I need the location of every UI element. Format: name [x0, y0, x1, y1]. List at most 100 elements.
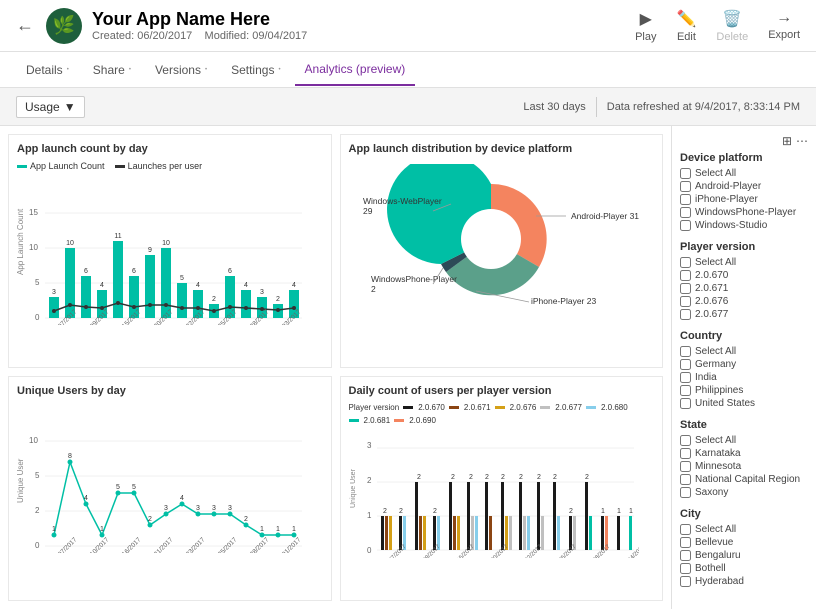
back-button[interactable]: ← [16, 15, 34, 36]
legend-player-label: Player version [349, 403, 400, 412]
state-select-all-checkbox[interactable] [680, 435, 691, 446]
player-2671-checkbox[interactable] [680, 283, 691, 294]
svg-text:08/23/2017: 08/23/2017 [178, 536, 206, 553]
svg-text:2: 2 [417, 474, 421, 481]
svg-text:Android-Player 31: Android-Player 31 [571, 211, 639, 221]
player-select-all-checkbox[interactable] [680, 257, 691, 268]
play-button[interactable]: ▶ Play [635, 9, 656, 43]
tab-settings[interactable]: Settings• [221, 55, 290, 85]
player-2677-checkbox[interactable] [680, 309, 691, 320]
svg-text:08/22/2017: 08/22/2017 [518, 543, 544, 558]
svg-text:10: 10 [29, 436, 38, 445]
state-minnesota: Minnesota [680, 461, 808, 472]
state-saxony-checkbox[interactable] [680, 487, 691, 498]
usage-dropdown[interactable]: Usage ▼ [16, 96, 85, 118]
device-winstudio-checkbox[interactable] [680, 220, 691, 231]
city-bellevue-checkbox[interactable] [680, 537, 691, 548]
svg-text:2: 2 [212, 296, 216, 303]
export-button[interactable]: → Export [768, 9, 800, 43]
device-winphone-checkbox[interactable] [680, 207, 691, 218]
unique-users-area: 0 2 5 10 Unique User [17, 403, 323, 558]
svg-text:2: 2 [399, 508, 403, 515]
svg-text:29: 29 [363, 206, 373, 216]
svg-text:WindowsPhone-Player: WindowsPhone-Player [371, 274, 457, 284]
svg-text:9: 9 [148, 247, 152, 254]
state-saxony-label: Saxony [695, 487, 728, 498]
svg-text:4: 4 [244, 282, 248, 289]
country-select-all-checkbox[interactable] [680, 346, 691, 357]
country-germany-checkbox[interactable] [680, 359, 691, 370]
country-philippines-label: Philippines [695, 385, 743, 396]
chevron-down-icon: ▼ [64, 100, 76, 114]
grid-icon[interactable]: ⊞ [782, 134, 792, 148]
device-select-all-checkbox[interactable] [680, 168, 691, 179]
svg-text:Unique User: Unique User [17, 458, 25, 503]
state-title: State [680, 419, 808, 431]
country-philippines-checkbox[interactable] [680, 385, 691, 396]
city-select-all-checkbox[interactable] [680, 524, 691, 535]
city-bothell-checkbox[interactable] [680, 563, 691, 574]
device-winphone-label: WindowsPhone-Player [695, 207, 796, 218]
tab-details[interactable]: Details• [16, 55, 79, 85]
delete-button[interactable]: 🗑️ Delete [716, 9, 748, 43]
device-android-checkbox[interactable] [680, 181, 691, 192]
country-philippines: Philippines [680, 385, 808, 396]
svg-text:1: 1 [629, 508, 633, 515]
svg-text:2: 2 [276, 296, 280, 303]
svg-text:09/01/2017: 09/01/2017 [274, 536, 302, 553]
device-iphone-checkbox[interactable] [680, 194, 691, 205]
city-hyderabad-checkbox[interactable] [680, 576, 691, 587]
city-bengaluru-checkbox[interactable] [680, 550, 691, 561]
svg-text:1: 1 [276, 526, 280, 533]
state-section: State Select All Karnataka Minnesota Nat… [680, 419, 808, 498]
device-iphone-label: iPhone-Player [695, 194, 758, 205]
city-title: City [680, 508, 808, 520]
state-ncr-checkbox[interactable] [680, 474, 691, 485]
legend-2677: 2.0.677 [540, 403, 582, 412]
svg-text:2: 2 [383, 508, 387, 515]
tab-analytics[interactable]: Analytics (preview) [295, 54, 416, 86]
legend-dot-launch [17, 165, 27, 168]
legend-2680: 2.0.680 [586, 403, 628, 412]
city-bellevue: Bellevue [680, 537, 808, 548]
svg-text:4: 4 [84, 495, 88, 502]
tab-versions[interactable]: Versions• [145, 55, 217, 85]
player-2670-checkbox[interactable] [680, 270, 691, 281]
svg-text:2: 2 [433, 508, 437, 515]
device-winstudio: Windows-Studio [680, 220, 808, 231]
svg-text:10: 10 [29, 243, 38, 252]
state-minnesota-checkbox[interactable] [680, 461, 691, 472]
player-2676-checkbox[interactable] [680, 296, 691, 307]
svg-text:1: 1 [292, 526, 296, 533]
more-icon[interactable]: ⋯ [796, 134, 808, 148]
sidebar: ⊞ ⋯ Device platform Select All Android-P… [671, 126, 816, 609]
svg-text:App Launch Count: App Launch Count [17, 208, 25, 275]
edit-button[interactable]: ✏️ Edit [676, 9, 696, 43]
city-bothell: Bothell [680, 563, 808, 574]
country-us-checkbox[interactable] [680, 398, 691, 409]
app-logo: 🌿 [46, 8, 82, 44]
svg-text:4: 4 [100, 282, 104, 289]
svg-text:8: 8 [68, 453, 72, 460]
city-bengaluru: Bengaluru [680, 550, 808, 561]
tab-share[interactable]: Share• [83, 55, 141, 85]
svg-text:2: 2 [148, 516, 152, 523]
daily-legend: Player version 2.0.670 2.0.671 2.0.676 2… [349, 403, 655, 425]
svg-text:4: 4 [196, 282, 200, 289]
svg-text:2: 2 [501, 474, 505, 481]
state-karnataka-checkbox[interactable] [680, 448, 691, 459]
svg-text:4: 4 [180, 495, 184, 502]
legend-2690: 2.0.690 [394, 416, 436, 425]
svg-text:1: 1 [617, 508, 621, 515]
svg-text:5: 5 [116, 484, 120, 491]
svg-text:08/28/2017: 08/28/2017 [242, 536, 270, 553]
device-platform-section: Device platform Select All Android-Playe… [680, 152, 808, 231]
svg-text:10: 10 [66, 240, 74, 247]
svg-text:iPhone-Player 23: iPhone-Player 23 [531, 296, 596, 306]
city-section: City Select All Bellevue Bengaluru Bothe… [680, 508, 808, 587]
svg-text:6: 6 [228, 268, 232, 275]
country-india-checkbox[interactable] [680, 372, 691, 383]
country-india: India [680, 372, 808, 383]
legend-launch-count: App Launch Count [17, 161, 105, 171]
country-india-label: India [695, 372, 717, 383]
